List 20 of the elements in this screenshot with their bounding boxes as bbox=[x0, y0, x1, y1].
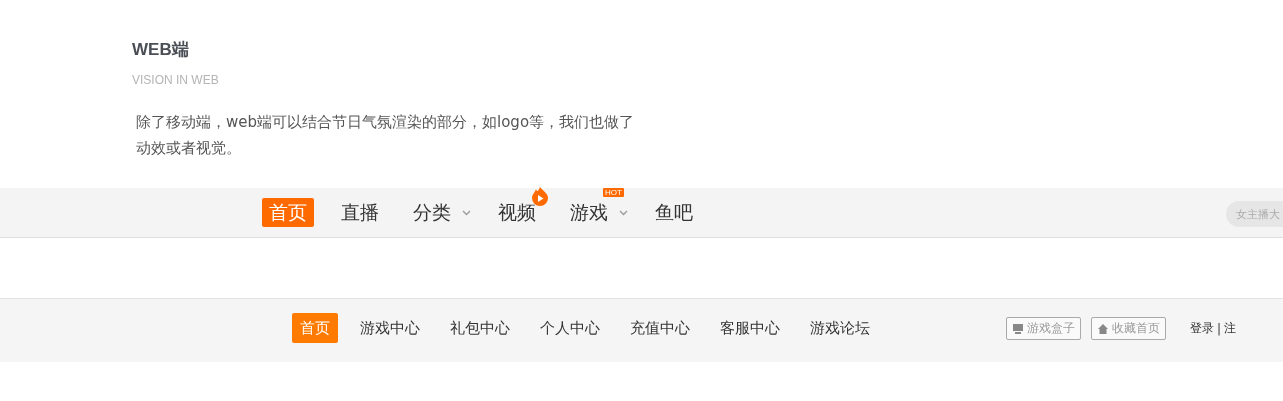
nav-tab[interactable]: 视频 bbox=[491, 198, 543, 227]
register-link[interactable]: 注 bbox=[1224, 320, 1237, 337]
nav-link[interactable]: 游戏中心 bbox=[352, 313, 428, 343]
nav-link[interactable]: 客服中心 bbox=[712, 313, 788, 343]
nav-tab[interactable]: 游戏 bbox=[563, 198, 615, 227]
monitor-icon bbox=[1012, 322, 1024, 335]
hot-badge: HOT bbox=[603, 188, 624, 197]
nav-link[interactable]: 充值中心 bbox=[622, 313, 698, 343]
nav-link[interactable]: 游戏论坛 bbox=[802, 313, 878, 343]
section-title: WEB端 bbox=[132, 39, 190, 61]
nav-link[interactable]: 礼包中心 bbox=[442, 313, 518, 343]
nav-link[interactable]: 个人中心 bbox=[532, 313, 608, 343]
nav-tab[interactable]: 分类 bbox=[406, 198, 458, 227]
description-text: 除了移动端，web端可以结合节日气氛渲染的部分，如logo等，我们也做了动效或者视觉。 bbox=[136, 112, 636, 159]
separator-text: | bbox=[1217, 321, 1222, 336]
nav-tab[interactable]: 鱼吧 bbox=[648, 198, 700, 227]
login-link[interactable]: 登录 bbox=[1190, 320, 1214, 337]
nav-tab[interactable]: 直播 bbox=[334, 198, 386, 227]
house-icon bbox=[1097, 322, 1109, 335]
section-subtitle: VISION IN WEB bbox=[132, 73, 220, 87]
